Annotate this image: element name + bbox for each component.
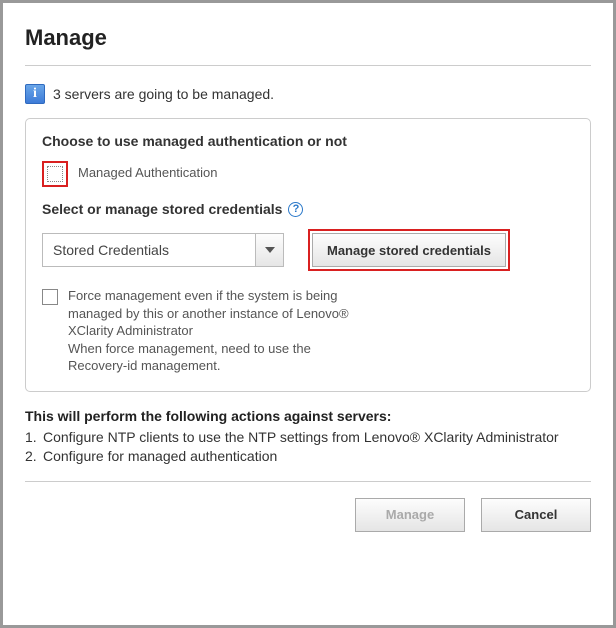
managed-auth-highlight [42,161,68,187]
divider [25,65,591,66]
info-row: i 3 servers are going to be managed. [25,84,591,104]
manage-dialog: Manage i 3 servers are going to be manag… [0,0,616,628]
force-sub: When force management, need to use the R… [68,341,311,374]
divider [25,481,591,482]
force-label: Force management even if the system is b… [68,288,349,338]
cred-row: Stored Credentials Manage stored credent… [42,229,574,271]
managed-auth-label: Managed Authentication [78,161,218,180]
actions-list: 1.Configure NTP clients to use the NTP s… [25,428,591,467]
stored-credentials-dropdown[interactable]: Stored Credentials [42,233,284,267]
managed-auth-row: Managed Authentication [42,161,574,187]
cancel-button[interactable]: Cancel [481,498,591,532]
chevron-down-icon [255,234,283,266]
info-icon: i [25,84,45,104]
auth-heading: Choose to use managed authentication or … [42,133,574,149]
manage-button[interactable]: Manage [355,498,465,532]
force-text-block: Force management even if the system is b… [68,287,368,375]
manage-cred-highlight: Manage stored credentials [308,229,510,271]
list-item: 2.Configure for managed authentication [25,447,591,467]
dropdown-selected-text: Stored Credentials [43,234,255,266]
cred-heading-row: Select or manage stored credentials ? [42,201,574,217]
actions-heading: This will perform the following actions … [25,408,591,424]
managed-auth-checkbox[interactable] [47,166,63,182]
manage-stored-credentials-button[interactable]: Manage stored credentials [312,233,506,267]
dialog-title: Manage [25,25,591,51]
auth-panel: Choose to use managed authentication or … [25,118,591,392]
info-text: 3 servers are going to be managed. [53,86,274,102]
force-row: Force management even if the system is b… [42,287,574,375]
cred-heading: Select or manage stored credentials [42,201,282,217]
list-item: 1.Configure NTP clients to use the NTP s… [25,428,591,448]
dialog-footer: Manage Cancel [25,498,591,532]
help-icon[interactable]: ? [288,202,303,217]
force-management-checkbox[interactable] [42,289,58,305]
